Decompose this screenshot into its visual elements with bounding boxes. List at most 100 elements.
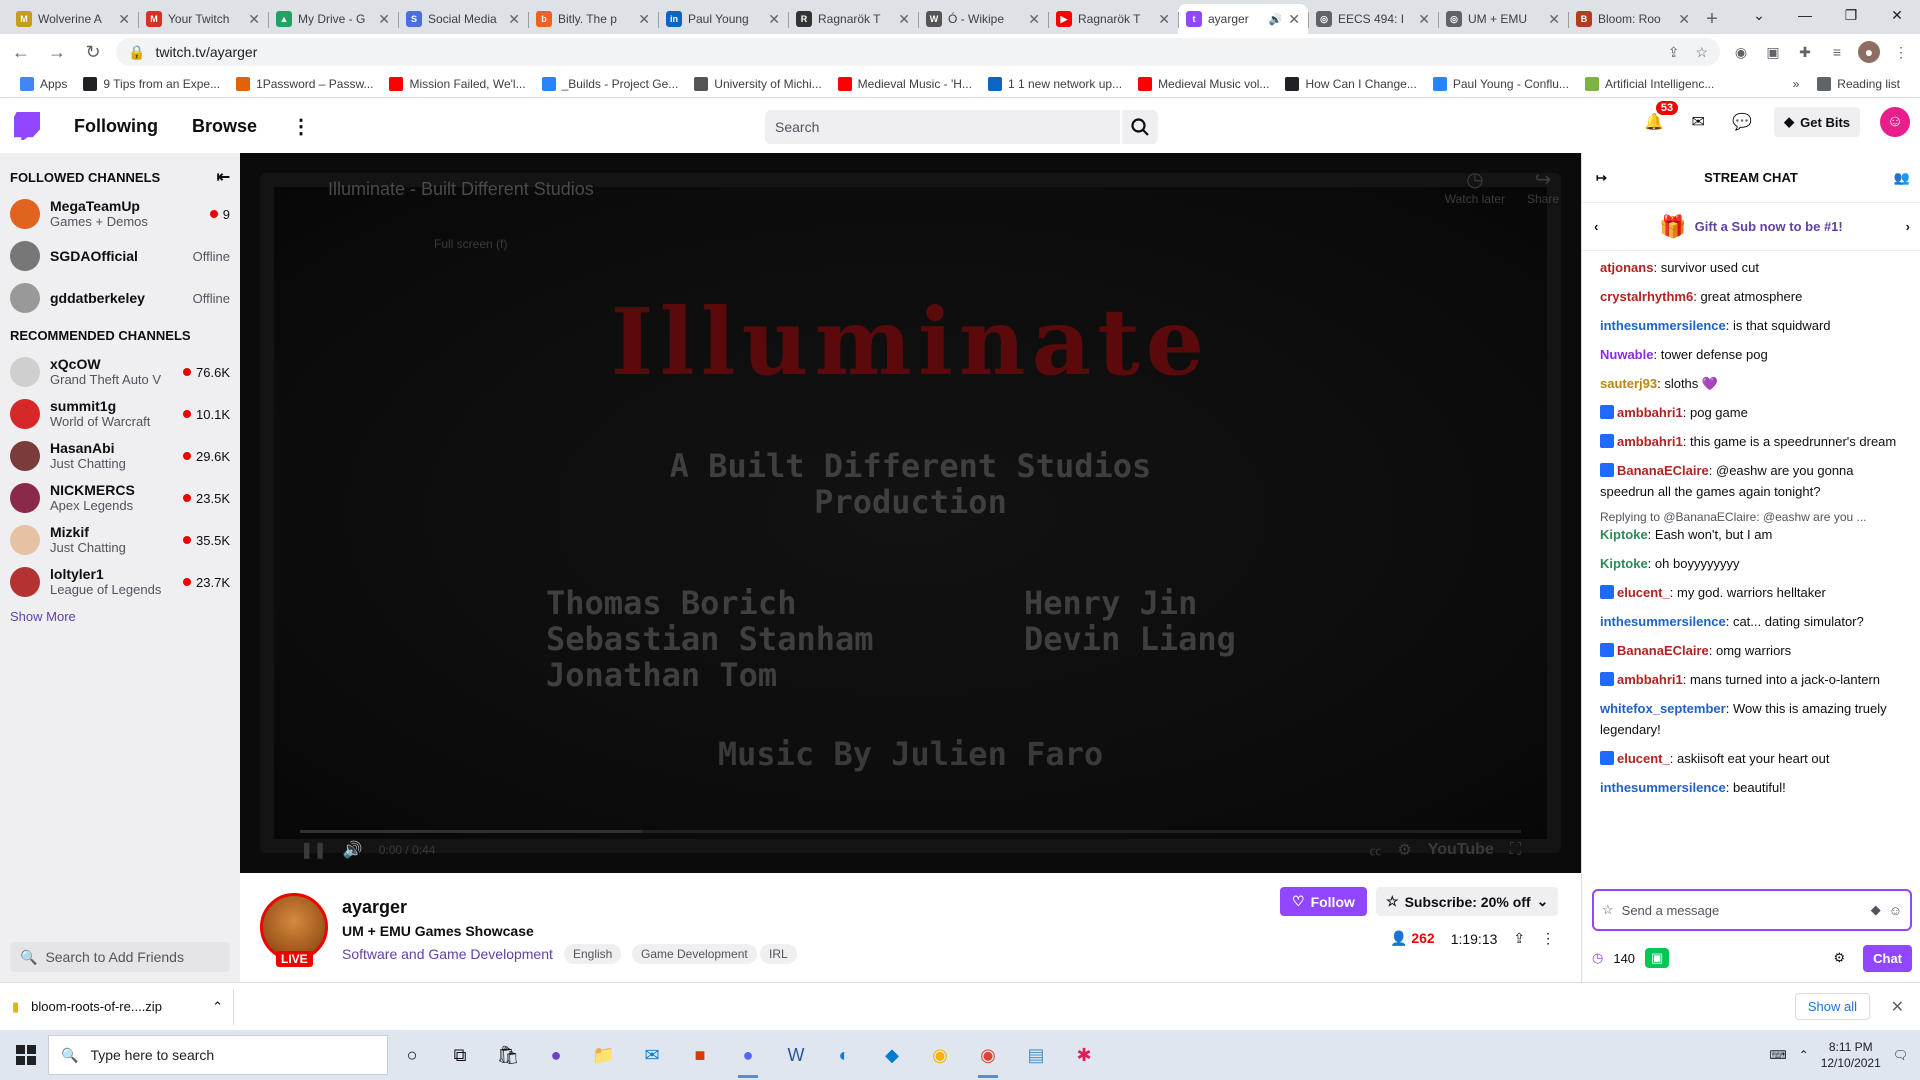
forward-button[interactable]: → [44,39,70,65]
emote-icon[interactable]: ☺ [1889,903,1902,918]
chat-username[interactable]: Kiptoke [1600,556,1648,571]
subscribe-button[interactable]: ☆ Subscribe: 20% off ⌄ [1376,887,1559,916]
chevron-left-icon[interactable]: ‹ [1594,219,1598,234]
get-bits-button[interactable]: ◆ Get Bits [1774,107,1860,137]
discord-icon[interactable]: ● [724,1030,772,1080]
word-icon[interactable]: W [772,1030,820,1080]
task-view-icon[interactable]: ⧉ [436,1030,484,1080]
close-download-bar-icon[interactable]: ✕ [1891,997,1904,1017]
tab-close-icon[interactable]: ✕ [378,11,390,28]
tab-close-icon[interactable]: ✕ [1158,11,1170,28]
chevron-right-icon[interactable]: › [1906,219,1910,234]
vscode-icon[interactable]: ◆ [868,1030,916,1080]
stream-category-link[interactable]: Software and Game Development [342,946,553,962]
chat-username[interactable]: BananaEClaire [1617,643,1709,658]
store-icon[interactable]: 🛍 [484,1030,532,1080]
bookmark-item[interactable]: _Builds - Project Ge... [534,76,687,91]
share-stream-icon[interactable]: ⇪ [1513,930,1525,947]
tab-close-icon[interactable]: ✕ [248,11,260,28]
chat-username[interactable]: atjonans [1600,260,1653,275]
nav-following[interactable]: Following [74,116,158,137]
windows-start-icon[interactable] [8,1037,44,1073]
sidebar-channel[interactable]: NICKMERCS Apex Legends 23.5K [0,477,240,519]
captions-icon[interactable]: ㏄ [1369,842,1381,859]
bookmark-item[interactable]: How Can I Change... [1277,76,1424,91]
browser-tab[interactable]: W Ó - Wikipe ✕ [918,4,1048,34]
chat-settings-icon[interactable]: ⚙ [1833,950,1845,966]
tab-close-icon[interactable]: ✕ [1288,11,1300,28]
stream-tag[interactable]: English [564,944,622,964]
tab-close-icon[interactable]: ✕ [638,11,650,28]
video-progress-bar[interactable] [300,830,1521,833]
nav-browse[interactable]: Browse [192,116,257,137]
chat-username[interactable]: inthesummersilence [1600,614,1726,629]
keyboard-icon[interactable]: ⌨ [1769,1048,1786,1062]
browser-tab[interactable]: ◎ UM + EMU ✕ [1438,4,1568,34]
restore-button[interactable]: ❐ [1828,0,1874,30]
chrome-menu-icon[interactable]: ⋮ [1890,41,1912,63]
whispers-icon[interactable]: 💬 [1730,110,1754,134]
browser-tab[interactable]: ▶ Ragnarök T ✕ [1048,4,1178,34]
tab-search-icon[interactable]: ⌄ [1736,0,1782,30]
bookmark-item[interactable]: University of Michi... [686,76,829,91]
tab-close-icon[interactable]: ✕ [1028,11,1040,28]
bookmark-item[interactable]: Medieval Music - 'H... [830,76,980,91]
tab-close-icon[interactable]: ✕ [1548,11,1560,28]
office-icon[interactable]: ■ [676,1030,724,1080]
extension-1password-icon[interactable]: ◉ [1730,41,1752,63]
profile-avatar[interactable]: ● [1858,41,1880,63]
clock[interactable]: 8:11 PM 12/10/2021 [1821,1039,1881,1071]
extensions-puzzle-icon[interactable]: ✚ [1794,41,1816,63]
inbox-icon[interactable]: ✉ [1686,110,1710,134]
volume-icon[interactable]: 🔊 [343,840,363,860]
tab-close-icon[interactable]: ✕ [508,11,520,28]
share-icon[interactable]: ⇪ [1668,44,1680,61]
tab-close-icon[interactable]: ✕ [1678,11,1690,28]
file-explorer-icon[interactable]: 📁 [580,1030,628,1080]
reading-list[interactable]: Reading list [1809,76,1908,91]
taskbar-search[interactable]: 🔍 Type here to search [48,1035,388,1075]
bookmark-item[interactable]: 1Password – Passw... [228,76,381,91]
user-avatar[interactable]: ☺ [1880,107,1910,137]
collapse-sidebar-icon[interactable]: ⇤ [217,167,230,187]
bookmark-item[interactable]: Paul Young - Conflu... [1425,76,1577,91]
sidebar-channel[interactable]: Mizkif Just Chatting 35.5K [0,519,240,561]
channel-points-icon[interactable]: ◷ [1592,950,1603,966]
cortana-icon[interactable]: ○ [388,1030,436,1080]
chat-username[interactable]: ambbahri1 [1617,405,1683,420]
browser-tab[interactable]: in Paul Young ✕ [658,4,788,34]
more-menu-icon[interactable]: ⋮ [291,114,311,139]
sidebar-channel[interactable]: xQcOW Grand Theft Auto V 76.6K [0,351,240,393]
bookmark-star-icon[interactable]: ☆ [1695,44,1708,61]
share-button[interactable]: ↪ Share [1527,167,1559,206]
sidebar-channel[interactable]: SGDAOfficial Offline [0,235,240,277]
search-button[interactable] [1122,110,1158,144]
chat-username[interactable]: Nuwable [1600,347,1653,362]
bookmark-item[interactable]: 1 1 new network up... [980,76,1130,91]
edge-icon[interactable]: ◐ [820,1030,868,1080]
search-input[interactable]: Search [765,110,1120,144]
minimize-button[interactable]: — [1782,0,1828,30]
omnibox[interactable]: 🔒 twitch.tv/ayarger ⇪ ☆ [116,38,1720,66]
chat-input[interactable]: ☆ Send a message ◆ ☺ [1592,889,1912,931]
chrome-canary-icon[interactable]: ◉ [916,1030,964,1080]
pause-icon[interactable]: ❚❚ [300,840,327,860]
tab-close-icon[interactable]: ✕ [898,11,910,28]
chat-username[interactable]: ambbahri1 [1617,434,1683,449]
show-all-downloads-button[interactable]: Show all [1794,993,1870,1020]
slack-icon[interactable]: ✱ [1060,1030,1108,1080]
browser-tab[interactable]: t ayarger 🔊 ✕ [1178,4,1308,34]
bits-icon[interactable]: ◆ [1871,902,1881,918]
stream-tag[interactable]: Game Development [632,944,757,964]
fullscreen-icon[interactable]: ⛶ [1510,841,1521,859]
bookmark-item[interactable]: Apps [12,76,75,91]
youtube-logo[interactable]: YouTube [1428,841,1494,859]
back-button[interactable]: ← [8,39,34,65]
watch-later-button[interactable]: ◷ Watch later [1445,167,1505,206]
channel-name[interactable]: ayarger [342,897,407,918]
chat-username[interactable]: elucent_ [1617,751,1670,766]
browser-tab[interactable]: S Social Media ✕ [398,4,528,34]
chat-username[interactable]: sauterj93 [1600,376,1657,391]
browser-tab[interactable]: M Your Twitch ✕ [138,4,268,34]
more-options-icon[interactable]: ⋮ [1541,930,1555,947]
